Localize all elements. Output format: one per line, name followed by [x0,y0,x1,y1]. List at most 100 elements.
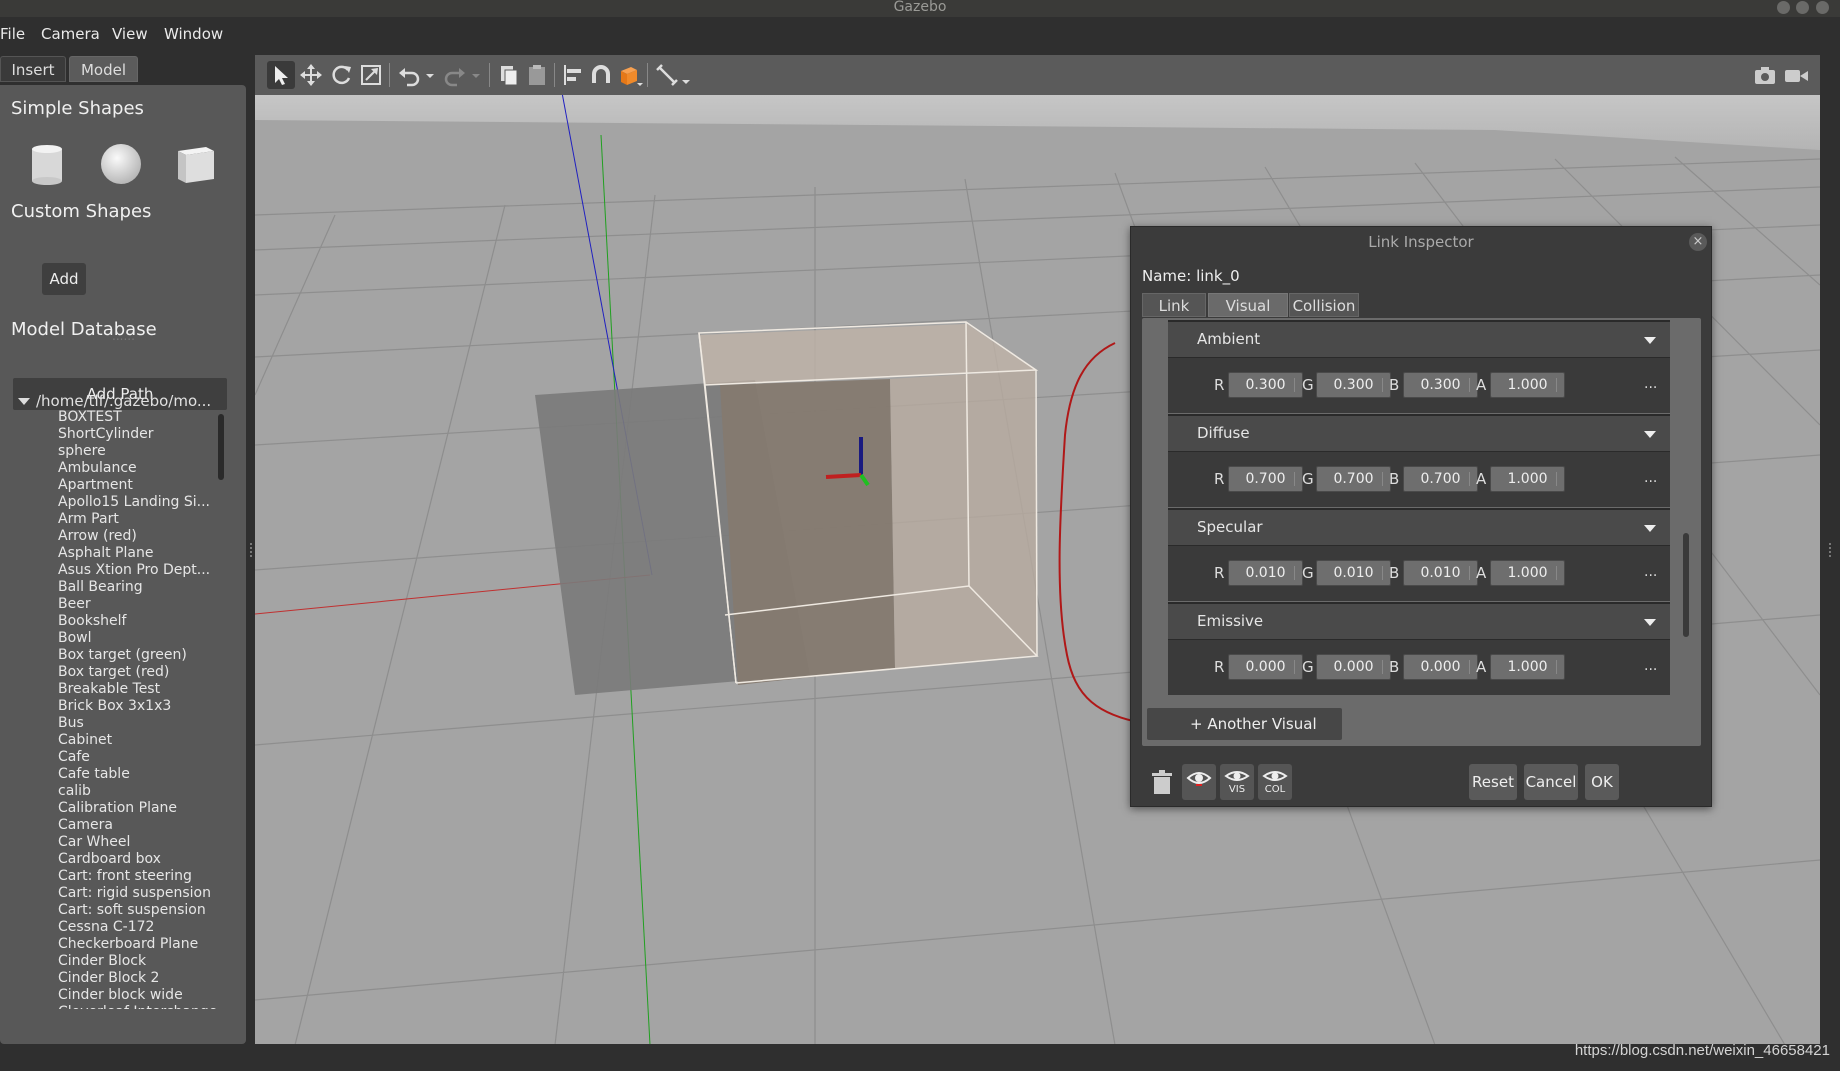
align-icon[interactable] [559,61,587,89]
model-list-item[interactable]: Ball Bearing [58,579,223,596]
add-custom-shape-button[interactable]: Add [42,263,86,295]
model-list-item[interactable]: Cinder Block [58,953,223,970]
channel-spinbox-a[interactable]: 1.000 [1490,654,1565,680]
color-properties-scroll-area[interactable]: Ambient R 0.300 G 0.300 B 0.300 A 1.000... Diffus… [1142,318,1672,696]
model-list-item[interactable]: Apollo15 Landing Si... [58,494,223,511]
change-view-angle-icon[interactable] [615,61,643,89]
color-group-header[interactable]: Emissive [1168,602,1670,639]
model-list-item[interactable]: Bookshelf [58,613,223,630]
reset-button[interactable]: Reset [1469,764,1517,800]
show-link-frame-eye-icon[interactable] [1182,764,1216,800]
channel-spinbox-g[interactable]: 0.300 [1316,372,1391,398]
model-list-item[interactable]: Bus [58,715,223,732]
tab-collision[interactable]: Collision [1289,293,1359,317]
undo-history-dropdown-icon[interactable] [423,61,437,89]
model-list-item[interactable]: Cart: front steering [58,868,223,885]
tab-visual[interactable]: Visual [1208,293,1288,317]
model-list-item[interactable]: Cafe [58,749,223,766]
model-list-item[interactable]: Breakable Test [58,681,223,698]
model-list-item[interactable]: Brick Box 3x1x3 [58,698,223,715]
model-list-item[interactable]: Asus Xtion Pro Dept... [58,562,223,579]
cancel-button[interactable]: Cancel [1524,764,1578,800]
color-group-header[interactable]: Diffuse [1168,414,1670,451]
translate-mode-icon[interactable] [297,61,325,89]
screenshot-camera-icon[interactable] [1751,61,1779,89]
channel-spinbox-a[interactable]: 1.000 [1490,466,1565,492]
trash-icon[interactable] [1145,764,1179,800]
close-window-button[interactable] [1816,1,1829,14]
model-list-item[interactable]: Cinder block wide [58,987,223,1004]
model-list-item[interactable]: Checkerboard Plane [58,936,223,953]
model-list-item[interactable]: Cardboard box [58,851,223,868]
channel-spinbox-b[interactable]: 0.000 [1403,654,1478,680]
model-list-item[interactable]: Apartment [58,477,223,494]
tree-root[interactable]: /home/tlf/.gazebo/mo... [18,392,211,410]
channel-spinbox-b[interactable]: 0.010 [1403,560,1478,586]
channel-spinbox-r[interactable]: 0.300 [1228,372,1303,398]
model-list-item[interactable]: BOXTEST [58,409,223,426]
redo-history-dropdown-icon[interactable] [469,61,483,89]
channel-spinbox-a[interactable]: 1.000 [1490,560,1565,586]
channel-spinbox-a[interactable]: 1.000 [1490,372,1565,398]
model-list-item[interactable]: Cafe table [58,766,223,783]
show-collision-eye-icon[interactable]: COL [1258,764,1292,800]
channel-spinbox-r[interactable]: 0.000 [1228,654,1303,680]
channel-spinbox-r[interactable]: 0.700 [1228,466,1303,492]
channel-spinbox-g[interactable]: 0.700 [1316,466,1391,492]
tab-link[interactable]: Link [1142,293,1206,317]
undo-icon[interactable] [395,61,423,89]
channel-spinbox-b[interactable]: 0.300 [1403,372,1478,398]
model-list-item[interactable]: sphere [58,443,223,460]
channel-spinbox-g[interactable]: 0.010 [1316,560,1391,586]
channel-spinbox-b[interactable]: 0.700 [1403,466,1478,492]
cylinder-shape-icon[interactable] [24,141,70,187]
collapse-caret-icon[interactable] [1644,525,1656,532]
model-list-item[interactable]: Arrow (red) [58,528,223,545]
measure-dropdown-icon[interactable] [679,61,693,89]
color-group-header[interactable]: Specular [1168,508,1670,545]
record-video-icon[interactable] [1782,61,1810,89]
copy-icon[interactable] [495,61,523,89]
model-list-item[interactable]: Box target (green) [58,647,223,664]
channel-spinbox-g[interactable]: 0.000 [1316,654,1391,680]
expand-arrow-icon[interactable] [18,398,30,405]
ok-button[interactable]: OK [1585,764,1619,800]
maximize-button[interactable] [1796,1,1809,14]
model-list-scrollbar[interactable] [218,414,224,480]
tab-model[interactable]: Model [69,56,138,82]
color-group-header[interactable]: Ambient [1168,320,1670,357]
select-mode-icon[interactable] [267,61,295,89]
menu-view[interactable]: View [112,25,148,43]
collapse-caret-icon[interactable] [1644,431,1656,438]
model-list-item[interactable]: Calibration Plane [58,800,223,817]
model-list-item[interactable]: calib [58,783,223,800]
model-list-item[interactable]: Cart: rigid suspension [58,885,223,902]
model-list-item[interactable]: Car Wheel [58,834,223,851]
collapse-caret-icon[interactable] [1644,337,1656,344]
redo-icon[interactable] [441,61,469,89]
channel-spinbox-r[interactable]: 0.010 [1228,560,1303,586]
model-list-item[interactable]: Cinder Block 2 [58,970,223,987]
menu-file[interactable]: File [0,25,25,43]
left-splitter-grip[interactable] [250,543,253,557]
color-picker-button[interactable]: ... [1644,376,1657,392]
menu-window[interactable]: Window [164,25,223,43]
inspector-scrollbar[interactable] [1683,533,1689,637]
color-picker-button[interactable]: ... [1644,564,1657,580]
model-list-item[interactable]: Asphalt Plane [58,545,223,562]
measure-icon[interactable] [653,61,681,89]
model-list-item[interactable]: Arm Part [58,511,223,528]
model-list-item[interactable]: Camera [58,817,223,834]
add-another-visual-button[interactable]: + Another Visual [1147,708,1342,740]
model-list-item[interactable]: Ambulance [58,460,223,477]
right-splitter-grip[interactable] [1829,543,1832,557]
model-list-item[interactable]: Cart: soft suspension [58,902,223,919]
tab-insert[interactable]: Insert [0,56,66,82]
model-list-item[interactable]: Cabinet [58,732,223,749]
model-list-item[interactable]: Box target (red) [58,664,223,681]
menu-camera[interactable]: Camera [41,25,100,43]
model-list-item[interactable]: Bowl [58,630,223,647]
color-picker-button[interactable]: ... [1644,658,1657,674]
minimize-button[interactable] [1777,1,1790,14]
box-shape-icon[interactable] [172,141,218,187]
